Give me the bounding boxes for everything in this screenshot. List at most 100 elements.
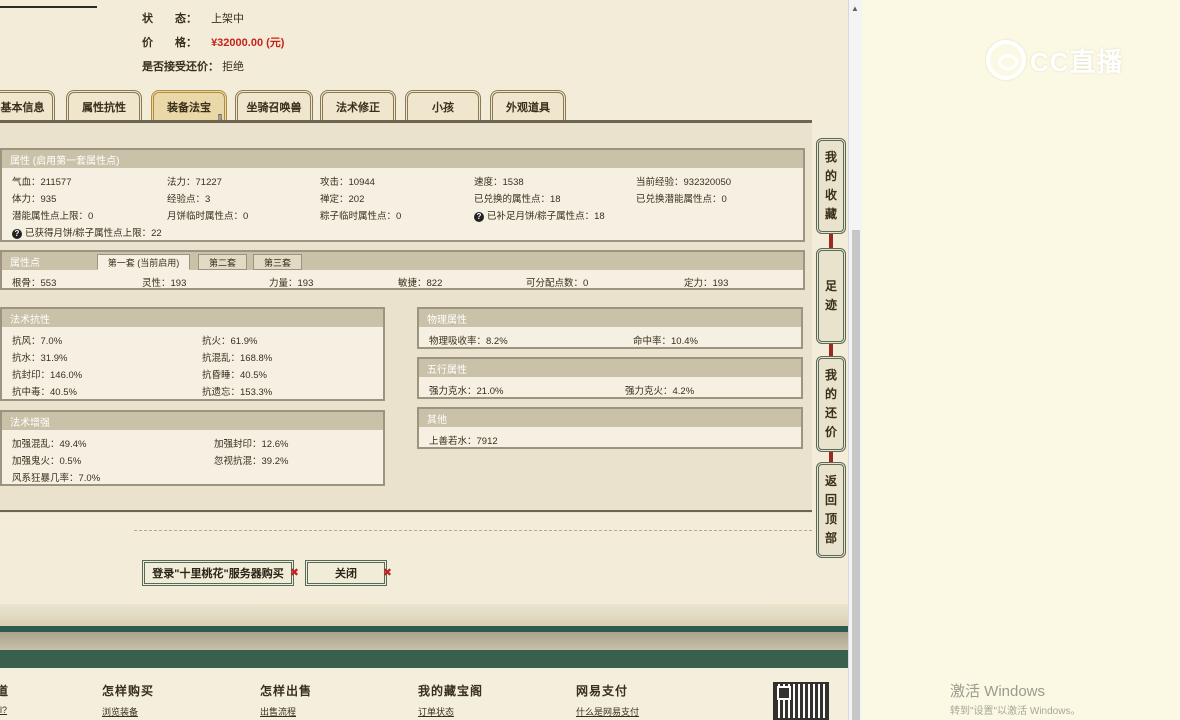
side-connector bbox=[829, 234, 833, 248]
scrollbar[interactable]: ▲ bbox=[848, 0, 863, 720]
points-value: 可分配点数：0 bbox=[526, 278, 589, 289]
enhance-box: 法术增强 加强混乱：49.4% 加强鬼火：0.5% 风系狂暴几率：7.0% 加强… bbox=[0, 410, 385, 486]
qr-code-icon bbox=[773, 682, 829, 720]
resist-value: 抗中毒：40.5% bbox=[12, 387, 77, 398]
cbg-page: 状 态： 上架中 价 格： ¥32000.00 (元) 是否接受还价： 拒绝 基… bbox=[0, 0, 848, 720]
side-char: 顶 bbox=[824, 512, 837, 526]
resist-header: 法术抗性 bbox=[2, 309, 383, 327]
windows-activation-title: 激活 Windows bbox=[950, 683, 1046, 700]
scroll-up-icon[interactable]: ▲ bbox=[851, 4, 859, 13]
subtab-set1[interactable]: 第一套 (当前启用) bbox=[97, 254, 190, 270]
physical-header: 物理属性 bbox=[419, 309, 801, 327]
resist-value: 抗混乱：168.8% bbox=[202, 353, 273, 364]
enhance-value: 加强封印：12.6% bbox=[214, 439, 289, 450]
footer-col-title: 怎样购买 bbox=[102, 684, 155, 698]
physical-value: 命中率：10.4% bbox=[633, 336, 698, 347]
side-char: 收 bbox=[824, 188, 837, 202]
attr-value: 气血：211577 bbox=[12, 177, 72, 188]
my-bargains-button[interactable]: 我 的 还 价 bbox=[816, 356, 846, 452]
bargain-row: 是否接受还价： 拒绝 bbox=[142, 58, 244, 74]
attr-value: 当前经验：932320050 bbox=[636, 177, 732, 188]
subtab-set3[interactable]: 第三套 bbox=[253, 254, 302, 270]
dashed-divider bbox=[134, 530, 812, 531]
footer-col-title: 网易支付 bbox=[576, 684, 629, 698]
my-favorites-button[interactable]: 我 的 收 藏 bbox=[816, 138, 846, 234]
price-label: 价 格： bbox=[142, 37, 197, 49]
price-value: ¥32000.00 (元) bbox=[211, 37, 285, 49]
attr-value: 法力：71227 bbox=[167, 177, 222, 188]
help-icon[interactable]: ? bbox=[474, 212, 484, 222]
attr-value-help: ? 已获得月饼/粽子属性点上限：22 bbox=[12, 225, 162, 239]
status-row: 状 态： 上架中 bbox=[142, 10, 244, 26]
stream-overlay-area bbox=[862, 0, 1180, 720]
logo-text: CC直播 bbox=[1030, 46, 1124, 77]
five-elements-value: 强力克火：4.2% bbox=[625, 386, 695, 397]
side-char: 我 bbox=[824, 368, 837, 382]
enhance-header: 法术增强 bbox=[2, 412, 383, 430]
points-title: 属性点 bbox=[10, 257, 40, 269]
five-elements-header: 五行属性 bbox=[419, 359, 801, 377]
side-char: 部 bbox=[824, 531, 837, 545]
close-button[interactable]: 关闭 ✖ bbox=[305, 560, 392, 586]
attr-value: 月饼临时属性点：0 bbox=[167, 211, 249, 222]
subtab-set2[interactable]: 第二套 bbox=[198, 254, 247, 270]
other-value: 上善若水：7912 bbox=[429, 436, 498, 447]
side-char: 的 bbox=[824, 387, 837, 401]
scrollbar-thumb[interactable] bbox=[852, 230, 860, 720]
attr-value: 已补足月饼/粽子属性点：18 bbox=[487, 211, 605, 222]
close-label: 关闭 bbox=[335, 568, 357, 580]
bargain-value: 拒绝 bbox=[222, 61, 245, 73]
tab-mounts-pets[interactable]: 坐骑召唤兽 bbox=[235, 90, 313, 120]
attr-value: 经验点：3 bbox=[167, 194, 211, 205]
attr-value: 体力：935 bbox=[12, 194, 57, 205]
side-char: 价 bbox=[824, 425, 837, 439]
tab-spell-mod[interactable]: 法术修正 bbox=[320, 90, 396, 120]
attr-value: 已兑换的属性点：18 bbox=[474, 194, 561, 205]
login-buy-label: 登录"十里桃花"服务器购买 bbox=[152, 568, 284, 580]
close-mark-icon: ✖ bbox=[382, 567, 392, 579]
side-char: 足 bbox=[824, 279, 837, 293]
attr-value: 已兑换潜能属性点：0 bbox=[636, 194, 727, 205]
resist-value: 抗昏睡：40.5% bbox=[202, 370, 267, 381]
resist-value: 抗火：61.9% bbox=[202, 336, 258, 347]
points-value: 力量：193 bbox=[269, 278, 314, 289]
footer-link[interactable]: 出售流程 bbox=[260, 705, 296, 718]
attr-value-help: ? 已补足月饼/粽子属性点：18 bbox=[474, 208, 605, 222]
side-char: 返 bbox=[824, 474, 837, 488]
enhance-value: 加强混乱：49.4% bbox=[12, 439, 87, 450]
history-button[interactable]: 足 迹 bbox=[816, 248, 846, 344]
points-value: 根骨：553 bbox=[12, 278, 57, 289]
side-char: 迹 bbox=[824, 298, 837, 312]
footer-link[interactable]: l? bbox=[0, 705, 7, 715]
back-to-top-button[interactable]: 返 回 顶 部 bbox=[816, 462, 846, 558]
side-connector bbox=[829, 452, 833, 462]
logo-eye-icon bbox=[986, 40, 1026, 80]
resist-value: 抗风：7.0% bbox=[12, 336, 63, 347]
enhance-value: 忽视抗混：39.2% bbox=[214, 456, 289, 467]
points-value: 敏捷：822 bbox=[398, 278, 443, 289]
footer-link[interactable]: 订单状态 bbox=[418, 705, 454, 718]
footer-link[interactable]: 什么是网易支付 bbox=[576, 705, 639, 718]
top-divider bbox=[0, 0, 97, 8]
tab-kids[interactable]: 小孩 bbox=[405, 90, 481, 120]
footer-link[interactable]: 浏览装备 bbox=[102, 705, 138, 718]
tab-appearance[interactable]: 外观道具 bbox=[490, 90, 566, 120]
five-elements-box: 五行属性 强力克水：21.0% 强力克火：4.2% bbox=[417, 357, 803, 399]
footer-col-title: 怎样出售 bbox=[260, 684, 313, 698]
resist-value: 抗水：31.9% bbox=[12, 353, 68, 364]
points-value: 定力：193 bbox=[684, 278, 729, 289]
close-mark-icon: ✖ bbox=[289, 567, 299, 579]
attr-value: 速度：1538 bbox=[474, 177, 524, 188]
other-header: 其他 bbox=[419, 409, 801, 427]
other-box: 其他 上善若水：7912 bbox=[417, 407, 803, 449]
side-char: 还 bbox=[824, 406, 837, 420]
attr-value: 攻击：10944 bbox=[320, 177, 375, 188]
tab-basic-info[interactable]: 基本信息 bbox=[0, 90, 55, 120]
side-char: 我 bbox=[824, 150, 837, 164]
tab-attr-resist[interactable]: 属性抗性 bbox=[66, 90, 142, 120]
windows-activation-hint: 转到"设置"以激活 Windows。 bbox=[950, 706, 1081, 717]
stream-logo: CC直播 bbox=[986, 40, 1124, 80]
help-icon[interactable]: ? bbox=[12, 229, 22, 239]
enhance-value: 加强鬼火：0.5% bbox=[12, 456, 82, 467]
login-buy-button[interactable]: 登录"十里桃花"服务器购买 ✖ bbox=[142, 560, 299, 586]
